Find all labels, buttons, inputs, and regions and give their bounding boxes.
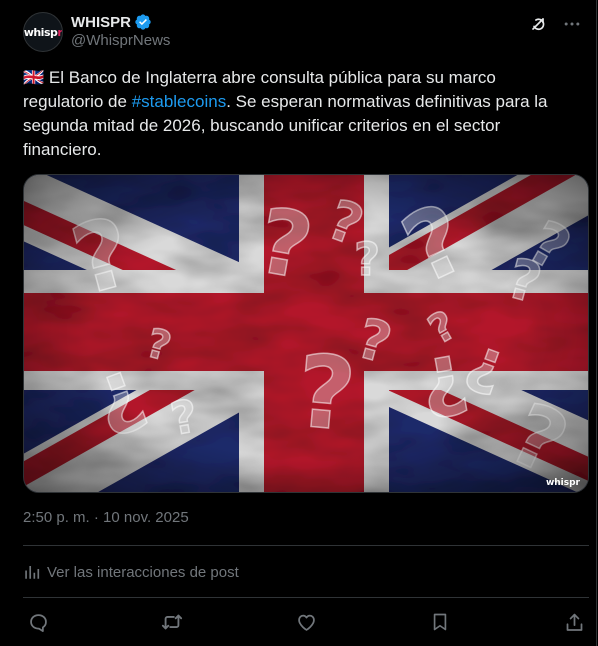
share-icon: [566, 613, 582, 631]
share-button[interactable]: [559, 608, 589, 636]
uk-flag-emoji: 🇬🇧: [23, 68, 45, 87]
more-icon[interactable]: [560, 12, 584, 36]
grok-icon[interactable]: [526, 12, 550, 36]
bookmark-icon: [433, 613, 447, 631]
verified-badge-icon[interactable]: [134, 13, 152, 31]
bookmark-button[interactable]: [425, 608, 455, 636]
repost-button[interactable]: [157, 608, 187, 636]
post-timestamp[interactable]: 2:50 p. m. · 10 nov. 2025: [23, 509, 189, 526]
divider: [23, 545, 589, 546]
author-handle[interactable]: @WhisprNews: [71, 32, 170, 49]
view-interactions-label: Ver las interacciones de post: [47, 563, 239, 581]
view-interactions-link[interactable]: Ver las interacciones de post: [23, 561, 239, 583]
union-jack-question-marks-image: ? ? ? ? ? ? ? ? ? ? ¿ ¿ ¿ ? ? ?: [24, 175, 588, 492]
like-icon: [297, 614, 315, 631]
avatar-logo: whispr: [23, 25, 63, 39]
hashtag-link[interactable]: #stablecoins: [132, 92, 227, 111]
avatar[interactable]: whispr: [23, 12, 63, 52]
author-name-row: WHISPR: [71, 12, 152, 32]
divider: [23, 597, 589, 598]
post-article[interactable]: whispr WHISPR @WhisprNews 🇬�: [0, 0, 597, 646]
post-action-bar: [23, 608, 589, 636]
analytics-icon: [25, 566, 40, 579]
post-media-image[interactable]: ? ? ? ? ? ? ? ? ? ? ¿ ¿ ¿ ? ? ? whispr: [23, 174, 589, 493]
reply-button[interactable]: [23, 608, 53, 636]
media-watermark: whispr: [545, 478, 580, 488]
repost-icon: [161, 614, 183, 630]
reply-icon: [29, 613, 47, 632]
like-button[interactable]: [291, 608, 321, 636]
header-actions: [526, 12, 584, 36]
author-display-name[interactable]: WHISPR: [71, 14, 131, 31]
post-text: 🇬🇧 El Banco de Inglaterra abre consulta …: [23, 66, 578, 162]
